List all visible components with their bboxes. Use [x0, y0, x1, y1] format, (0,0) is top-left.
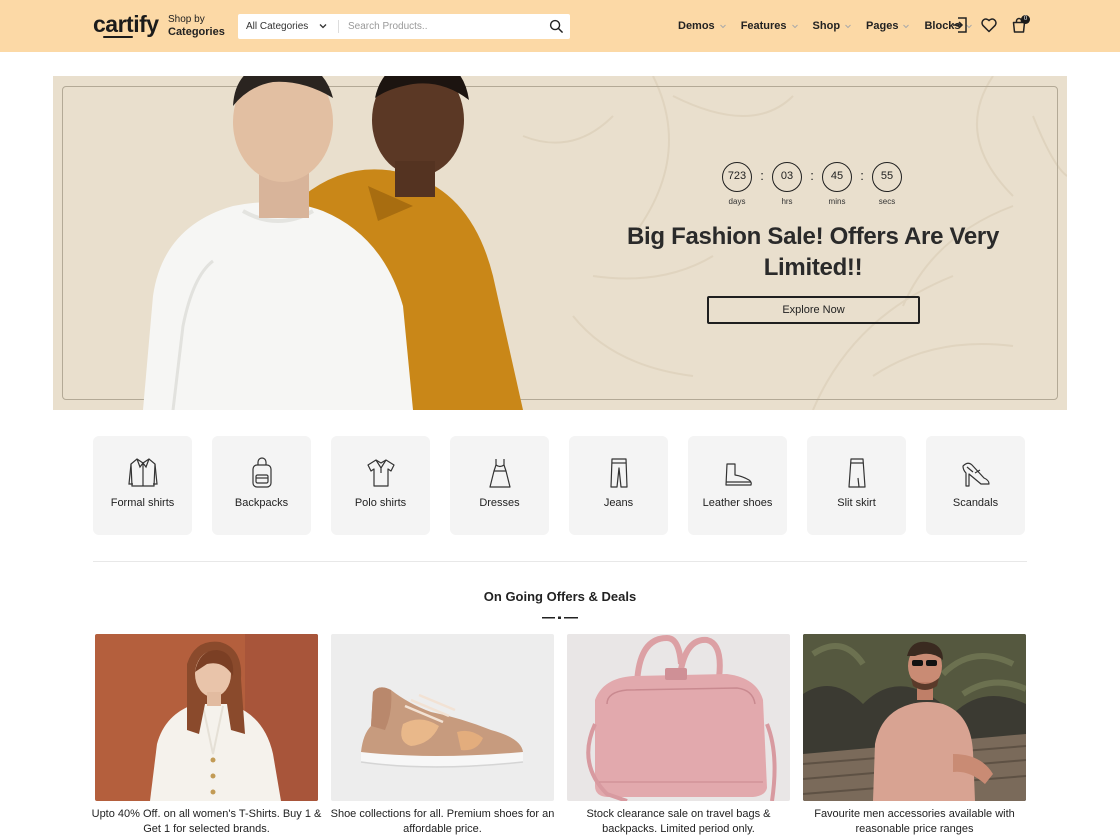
login-icon[interactable] [951, 16, 969, 34]
hero-banner: 723 days : 03 hrs : 45 mins : 55 secs Bi… [53, 76, 1067, 410]
skirt-icon [848, 458, 866, 488]
category-tile-slit-skirt[interactable]: Slit skirt [807, 436, 906, 535]
offer-text: Shoe collections for all. Premium shoes … [330, 808, 555, 835]
offer-text: Stock clearance sale on travel bags & ba… [586, 808, 771, 835]
category-tile-leather-shoes[interactable]: Leather shoes [688, 436, 787, 535]
countdown-value: 03 [772, 162, 802, 192]
search-icon[interactable] [549, 19, 564, 34]
formal-shirt-icon [128, 458, 158, 487]
category-tile-dresses[interactable]: Dresses [450, 436, 549, 535]
offer-text: Upto 40% Off. on all women's T-Shirts. B… [91, 808, 322, 835]
chevron-down-icon [719, 24, 726, 29]
search-divider [338, 20, 339, 33]
offers-section-title: On Going Offers & Deals [483, 589, 637, 604]
nav-label: Pages [866, 20, 899, 32]
hero-title: Big Fashion Sale! Offers Are Very Limite… [627, 223, 1000, 281]
logo[interactable]: cartify [93, 11, 159, 38]
chevron-down-icon [845, 24, 851, 29]
offer-image-man [803, 634, 1026, 801]
jeans-icon [610, 458, 628, 488]
category-tile-polo-shirts[interactable]: Polo shirts [331, 436, 430, 535]
category-label: Scandals [952, 497, 999, 509]
chevron-down-icon[interactable] [318, 21, 328, 31]
shop-by-categories-toggle[interactable]: Shop by Categories [168, 13, 225, 39]
countdown-label: hrs [781, 197, 793, 206]
category-tile-formal-shirts[interactable]: Formal shirts [93, 436, 192, 535]
countdown-label: mins [828, 197, 846, 206]
category-label: Jeans [603, 497, 634, 509]
countdown-label: days [728, 197, 746, 206]
leather-shoe-icon [725, 463, 752, 486]
countdown-value: 45 [822, 162, 852, 192]
backpack-icon [252, 457, 272, 488]
heart-icon[interactable] [980, 16, 998, 34]
search-bar: All Categories [238, 14, 570, 39]
countdown-hours: 03 hrs [771, 162, 803, 206]
main-nav: Demos Features Shop Pages Blocks [678, 19, 987, 33]
logo-underline [103, 36, 133, 38]
category-label: Formal shirts [110, 497, 175, 509]
chevron-down-icon [903, 24, 910, 29]
section-divider [93, 561, 1027, 562]
hero-models-image [143, 76, 523, 410]
countdown-value: 55 [872, 162, 902, 192]
offer-image-woman [95, 634, 318, 801]
countdown-timer: 723 days : 03 hrs : 45 mins : 55 secs [721, 162, 903, 206]
site-header: cartify Shop by Categories All Categorie… [0, 0, 1120, 52]
countdown-minutes: 45 mins [821, 162, 853, 206]
cart-count-badge: 0 [1021, 15, 1030, 24]
category-label: Polo shirts [354, 497, 407, 509]
dress-icon [489, 459, 511, 488]
nav-item-features[interactable]: Features [741, 19, 799, 33]
sandal-icon [962, 462, 990, 487]
offer-text: Favourite men accessories available with… [814, 808, 1015, 835]
explore-now-button[interactable]: Explore Now [707, 296, 920, 324]
search-input[interactable] [348, 18, 538, 35]
offer-image-sneaker [331, 634, 554, 801]
category-label: Leather shoes [702, 497, 773, 509]
nav-item-pages[interactable]: Pages [866, 19, 910, 33]
nav-item-demos[interactable]: Demos [678, 19, 727, 33]
category-tile-backpacks[interactable]: Backpacks [212, 436, 311, 535]
title-decoration [542, 616, 578, 619]
category-label: Slit skirt [837, 497, 876, 509]
shop-by-line1: Shop by [168, 14, 205, 25]
offer-image-bag [567, 634, 790, 801]
chevron-down-icon [791, 24, 798, 29]
category-label: Dresses [479, 497, 520, 509]
countdown-separator: : [810, 168, 814, 183]
countdown-separator: : [860, 168, 864, 183]
nav-label: Shop [812, 20, 841, 32]
nav-item-shop[interactable]: Shop [813, 19, 853, 33]
category-tile-scandals[interactable]: Scandals [926, 436, 1025, 535]
category-select[interactable]: All Categories [246, 14, 308, 39]
shop-by-line2: Categories [168, 26, 225, 38]
nav-label: Demos [678, 20, 715, 32]
countdown-value: 723 [722, 162, 752, 192]
countdown-label: secs [878, 197, 896, 206]
countdown-seconds: 55 secs [871, 162, 903, 206]
category-tiles: Formal shirts Backpacks Polo shirts Dres… [93, 436, 1027, 535]
category-tile-jeans[interactable]: Jeans [569, 436, 668, 535]
nav-label: Features [740, 20, 787, 32]
countdown-days: 723 days [721, 162, 753, 206]
category-label: Backpacks [234, 497, 289, 509]
countdown-separator: : [760, 168, 764, 183]
polo-shirt-icon [367, 459, 395, 487]
